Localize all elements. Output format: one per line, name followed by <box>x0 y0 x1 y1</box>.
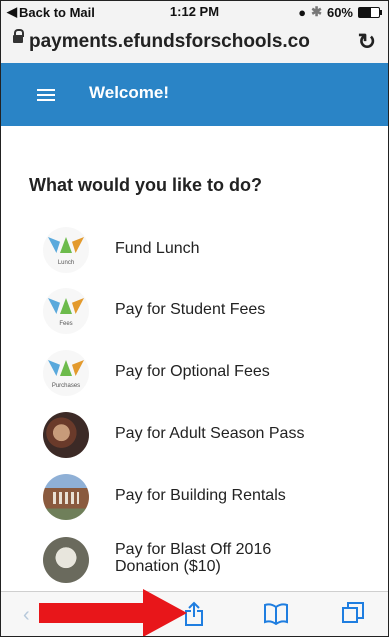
menu-item-label-line2: Donation ($10) <box>115 558 221 575</box>
menu-item-label-line1: Pay for Blast Off 2016 <box>115 541 272 558</box>
menu-item-blast-off-donation[interactable]: Pay for Blast Off 2016 Donation ($10) <box>43 537 373 587</box>
efunds-logo-icon: Purchases <box>43 350 89 396</box>
menu-item-label: Pay for Adult Season Pass <box>115 425 305 442</box>
menu-item-label: Pay for Student Fees <box>115 301 266 318</box>
alarm-icon: ● <box>298 4 307 20</box>
tabs-icon[interactable] <box>341 601 365 625</box>
menu-item-building-rentals[interactable]: Pay for Building Rentals <box>43 474 373 524</box>
menu-item-optional-fees[interactable]: Purchases Pay for Optional Fees <box>43 350 373 400</box>
efunds-logo-icon: Lunch <box>43 227 89 273</box>
menu-item-student-fees[interactable]: Fees Pay for Student Fees <box>43 288 373 338</box>
sign-photo-icon <box>43 537 89 583</box>
status-bar: ◀ Back to Mail 1:12 PM ● ✱ 60% <box>1 1 388 23</box>
address-bar[interactable]: payments.efundsforschools.co ↻ <box>1 23 388 64</box>
app-header: Welcome! <box>1 63 388 126</box>
hamburger-menu-icon[interactable] <box>37 89 55 101</box>
student-photo-icon <box>43 412 89 458</box>
building-photo-icon <box>43 474 89 520</box>
bluetooth-icon: ✱ <box>311 4 322 19</box>
back-arrow-icon[interactable]: ‹ <box>23 604 30 627</box>
menu-item-fund-lunch[interactable]: Lunch Fund Lunch <box>43 227 373 277</box>
bookmarks-icon[interactable] <box>263 603 289 625</box>
battery-icon <box>358 6 382 18</box>
phone-screen: ◀ Back to Mail 1:12 PM ● ✱ 60% payments.… <box>0 0 389 637</box>
icon-caption: Lunch <box>57 260 75 266</box>
header-title: Welcome! <box>89 83 169 102</box>
icon-caption: Fees <box>59 321 73 327</box>
battery-percent: 60% <box>326 4 353 20</box>
red-annotation-arrow <box>39 589 187 636</box>
lock-icon <box>13 29 24 43</box>
status-indicators: ● ✱ 60% <box>298 4 382 20</box>
icon-caption: Purchases <box>51 383 81 389</box>
page-question: What would you like to do? <box>29 175 262 195</box>
reload-icon[interactable]: ↻ <box>358 29 376 55</box>
url-text[interactable]: payments.efundsforschools.co <box>29 31 349 53</box>
menu-item-label: Fund Lunch <box>115 240 200 257</box>
menu-item-adult-season-pass[interactable]: Pay for Adult Season Pass <box>43 412 373 462</box>
menu-item-label: Pay for Optional Fees <box>115 363 270 380</box>
menu-item-label: Pay for Building Rentals <box>115 487 286 504</box>
menu-item-label: Pay for Blast Off 2016 Donation ($10) <box>115 541 271 575</box>
efunds-logo-icon: Fees <box>43 288 89 334</box>
